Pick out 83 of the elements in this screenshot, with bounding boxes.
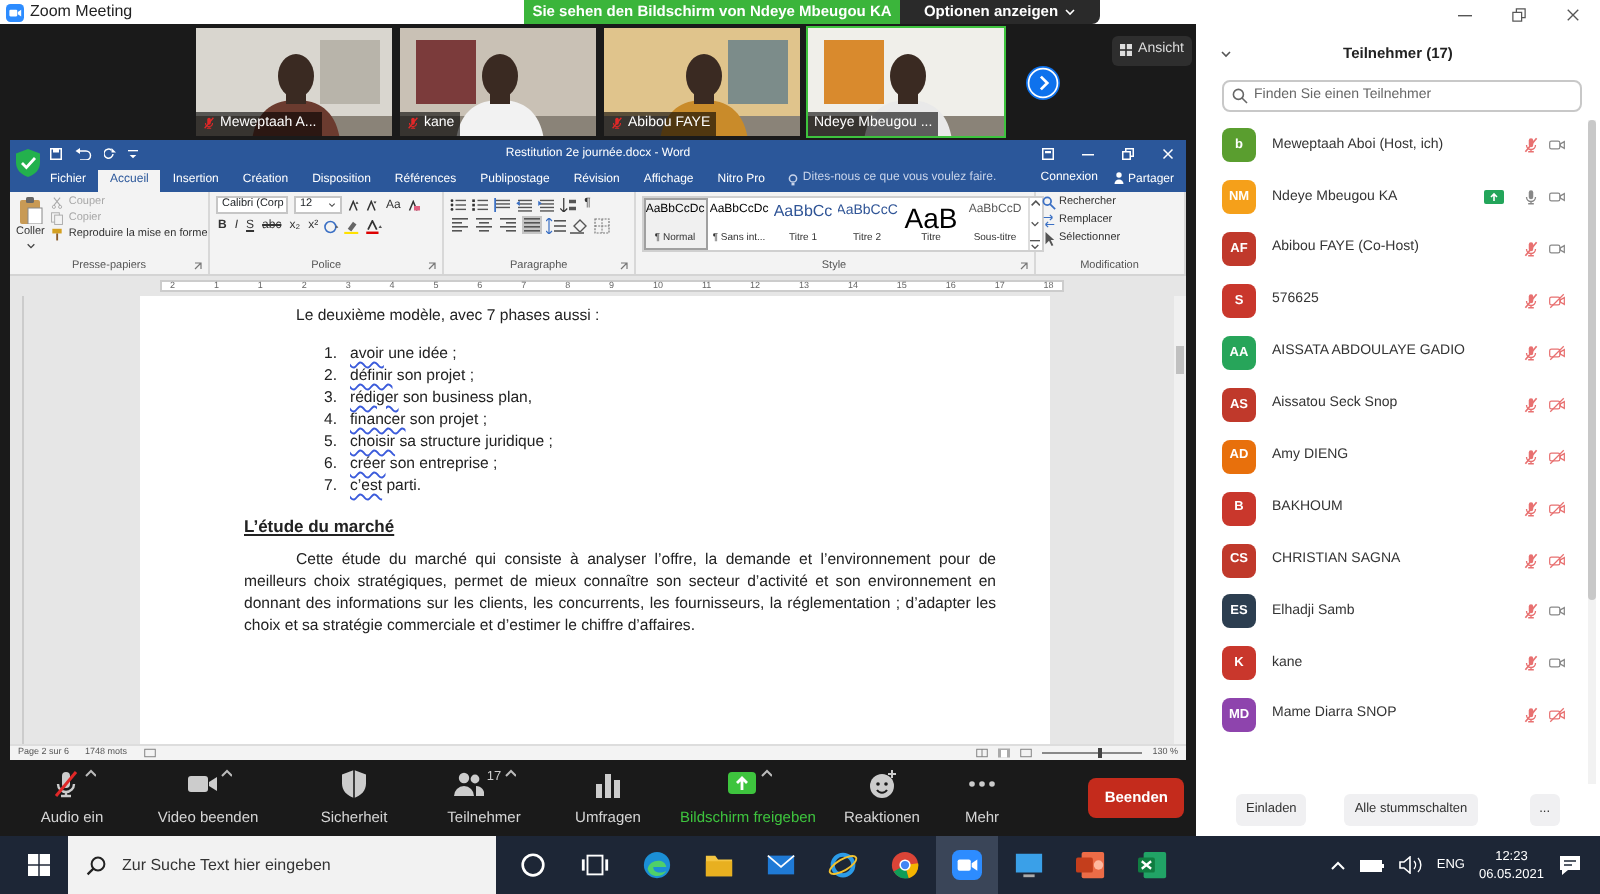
- increase-indent-icon[interactable]: [538, 197, 557, 211]
- taskbar-search-input[interactable]: Zur Suche Text hier eingeben: [118, 851, 478, 879]
- align-right-icon[interactable]: [498, 216, 519, 234]
- scissors-icon: [50, 196, 65, 210]
- replace-icon: [1041, 214, 1056, 228]
- dialog-launcher-icon[interactable]: [194, 262, 202, 270]
- multilevel-list-icon[interactable]: [494, 197, 513, 211]
- dialog-launcher-icon[interactable]: [428, 262, 437, 270]
- document-heading: L’étude du marché: [244, 516, 397, 538]
- chevron-up-icon[interactable]: [1330, 860, 1347, 870]
- circle-icon: [518, 850, 548, 880]
- browser-icon: [890, 850, 920, 880]
- shading-icon[interactable]: [570, 217, 591, 233]
- caret-icon[interactable]: [219, 767, 231, 778]
- shield-icon: [338, 767, 370, 800]
- more-icon: [966, 777, 998, 790]
- scroll-down-icon[interactable]: [1030, 219, 1041, 227]
- dialog-launcher-icon[interactable]: [1019, 262, 1028, 270]
- next-arrow-icon[interactable]: [1026, 65, 1060, 99]
- search-icon: [1232, 88, 1248, 104]
- grid-icon: [1120, 44, 1133, 57]
- decrease-indent-icon[interactable]: [516, 197, 535, 211]
- redo-icon[interactable]: [104, 148, 116, 160]
- browser-icon: [828, 850, 858, 880]
- search-icon: [1041, 196, 1056, 210]
- presentation-app-icon: [1076, 850, 1106, 880]
- pointer-icon: [1041, 232, 1056, 246]
- taskbar-search-field[interactable]: Zur Suche Text hier eingeben: [68, 836, 496, 894]
- restore-icon[interactable]: [1512, 7, 1526, 21]
- monitor-icon: [1014, 850, 1044, 880]
- highlight-icon[interactable]: [344, 219, 363, 233]
- shrink-font-icon[interactable]: [366, 199, 378, 211]
- clear-format-icon[interactable]: [408, 199, 421, 211]
- folder-icon: [704, 850, 734, 880]
- line-spacing-icon[interactable]: [546, 217, 567, 233]
- share-screen-icon: [725, 767, 757, 800]
- lightbulb-icon: [788, 173, 799, 185]
- battery-icon[interactable]: [1360, 857, 1385, 873]
- more-styles-icon[interactable]: [1030, 240, 1041, 250]
- align-left-icon[interactable]: [450, 216, 471, 234]
- people-icon: [452, 767, 485, 800]
- spreadsheet-app-icon: [1138, 850, 1168, 880]
- numbering-icon[interactable]: [472, 197, 491, 211]
- paintbrush-icon: [50, 228, 65, 242]
- smiley-icon: [866, 767, 898, 800]
- close-icon[interactable]: [1566, 7, 1580, 21]
- collapse-icon[interactable]: [1220, 50, 1232, 58]
- browser-icon: [642, 850, 672, 880]
- ribbon-display-icon[interactable]: [1042, 148, 1054, 160]
- window-title: Zoom Meeting: [30, 0, 133, 24]
- caret-icon[interactable]: [83, 767, 95, 778]
- caret-icon: [1064, 8, 1077, 16]
- bullets-icon[interactable]: [450, 197, 469, 211]
- caret-icon[interactable]: [503, 767, 516, 778]
- minimize-icon[interactable]: [1082, 148, 1094, 160]
- align-justify-icon[interactable]: [522, 216, 543, 234]
- caret-icon: [328, 202, 336, 208]
- taskbar-app[interactable]: [936, 836, 998, 894]
- shield-icon: [14, 148, 42, 178]
- task-view-icon: [580, 850, 610, 880]
- text-effects-icon[interactable]: [324, 219, 341, 233]
- speaker-icon[interactable]: [1398, 856, 1423, 874]
- search-icon: [86, 855, 106, 875]
- align-center-icon[interactable]: [474, 216, 495, 234]
- font-color-icon[interactable]: [366, 219, 385, 233]
- copy-icon: [50, 212, 65, 226]
- scroll-up-icon[interactable]: [1030, 198, 1041, 206]
- sort-icon[interactable]: [560, 197, 579, 211]
- customize-icon[interactable]: [128, 149, 138, 159]
- grow-font-icon[interactable]: [348, 199, 360, 211]
- envelope-icon: [766, 850, 796, 880]
- proofing-icon: [143, 748, 156, 758]
- save-icon[interactable]: [50, 148, 62, 160]
- caret-icon[interactable]: [759, 767, 771, 778]
- notification-icon[interactable]: [1558, 854, 1582, 876]
- start-icon[interactable]: [28, 854, 50, 876]
- dialog-launcher-icon[interactable]: [619, 262, 628, 270]
- undo-icon[interactable]: [74, 148, 92, 160]
- video-camera-icon: [952, 850, 982, 880]
- caret-icon: [25, 242, 36, 250]
- read-mode-icon[interactable]: [976, 748, 989, 758]
- person-icon: [1113, 171, 1124, 183]
- web-layout-icon[interactable]: [1020, 748, 1033, 758]
